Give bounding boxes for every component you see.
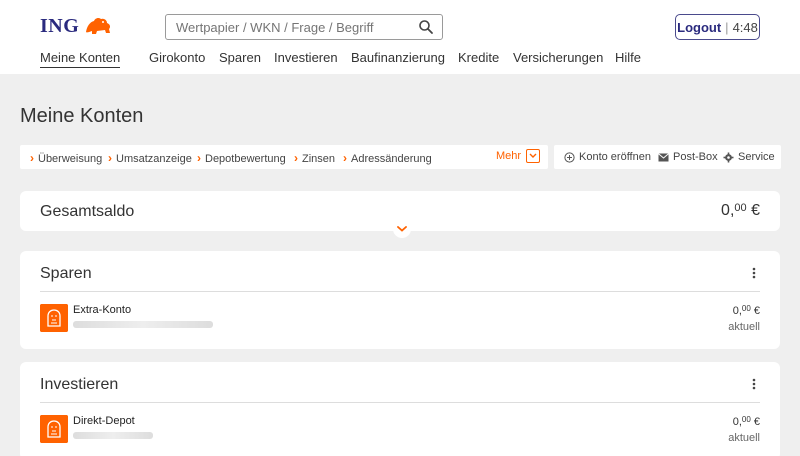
kebab-menu-icon[interactable]: [752, 378, 756, 390]
service-bar: Konto eröffnen Post-Box Service: [554, 145, 781, 169]
balance-status: aktuell: [728, 432, 760, 444]
main-nav: Meine Konten Girokonto Sparen Investiere…: [0, 50, 800, 70]
lion-account-icon: [40, 304, 68, 332]
logout-button[interactable]: Logout | 4:48: [675, 14, 760, 40]
chevron-right-icon: ›: [108, 151, 112, 165]
more-dropdown-button[interactable]: [526, 149, 540, 163]
chevron-right-icon: ›: [294, 151, 298, 165]
sparen-section-card: Sparen Extra-Konto 0,00 € aktuell: [20, 251, 780, 349]
chevron-right-icon: ›: [30, 151, 34, 165]
section-title: Sparen: [40, 265, 92, 282]
masked-iban: [73, 432, 153, 439]
masked-iban: [73, 321, 213, 328]
service-link[interactable]: Service: [723, 151, 775, 163]
logout-separator: |: [725, 19, 729, 35]
amount-int: 0,: [732, 305, 742, 317]
total-balance-label: Gesamtsaldo: [40, 203, 135, 220]
quick-links-bar: › Überweisung › Umsatzanzeige › Depotbewert…: [20, 145, 548, 169]
nav-item-kredite[interactable]: Kredite: [458, 50, 499, 65]
account-name[interactable]: Extra-Konto: [73, 304, 131, 316]
post-box-link[interactable]: Post-Box: [658, 151, 718, 163]
amount-int: 0,: [732, 416, 742, 428]
nav-item-sparen[interactable]: Sparen: [219, 50, 261, 65]
divider: [40, 291, 760, 292]
chevron-right-icon: ›: [343, 151, 347, 165]
section-title: Investieren: [40, 376, 119, 393]
nav-item-baufinanzierung[interactable]: Baufinanzierung: [351, 50, 445, 65]
open-account-link[interactable]: Konto eröffnen: [564, 151, 651, 163]
quick-link-depotbewertung[interactable]: › Depotbewertung: [197, 151, 286, 165]
header: ING Logout | 4:48 Meine Konten Girokonto…: [0, 0, 800, 74]
lion-account-icon: [40, 415, 68, 443]
divider: [40, 402, 760, 403]
lion-logo-icon: [86, 17, 111, 34]
quick-link-label: Depotbewertung: [205, 153, 286, 165]
plus-circle-icon: [564, 151, 575, 163]
open-account-label: Konto eröffnen: [579, 151, 651, 163]
session-timer: 4:48: [732, 19, 758, 35]
quick-link-zinsen[interactable]: › Zinsen: [294, 151, 335, 165]
nav-item-versicherungen[interactable]: Versicherungen: [513, 50, 603, 65]
ing-logo[interactable]: ING: [40, 14, 113, 38]
search-box[interactable]: [165, 14, 443, 40]
total-int: 0,: [721, 202, 735, 219]
mail-icon: [658, 152, 669, 161]
total-balance-value: 0,00 €: [721, 202, 760, 220]
quick-link-ueberweisung[interactable]: › Überweisung: [30, 151, 102, 165]
kebab-menu-icon[interactable]: [752, 267, 756, 279]
search-input[interactable]: [176, 19, 406, 35]
post-box-label: Post-Box: [673, 151, 718, 163]
quick-link-label: Überweisung: [38, 153, 103, 165]
nav-item-investieren[interactable]: Investieren: [274, 50, 338, 65]
account-balance: 0,00 €: [733, 304, 760, 317]
expand-total-button[interactable]: [393, 220, 411, 238]
total-balance-card: Gesamtsaldo 0,00 €: [20, 191, 780, 238]
quick-link-label: Zinsen: [302, 153, 336, 165]
amount-dec: 00: [741, 304, 751, 313]
account-name[interactable]: Direkt-Depot: [73, 415, 135, 427]
amount-dec: 00: [741, 415, 751, 424]
gear-icon: [723, 152, 734, 162]
nav-item-hilfe[interactable]: Hilfe: [615, 50, 641, 65]
service-label: Service: [738, 151, 775, 163]
amount-currency: €: [753, 305, 760, 317]
chevron-down-icon: [397, 226, 407, 232]
total-dec: 00: [734, 202, 747, 214]
quick-link-label: Adressänderung: [351, 153, 432, 165]
account-balance: 0,00 €: [733, 415, 760, 428]
quick-link-umsatzanzeige[interactable]: › Umsatzanzeige: [108, 151, 192, 165]
logout-label: Logout: [677, 19, 722, 35]
quick-link-label: Umsatzanzeige: [116, 153, 192, 165]
nav-item-girokonto[interactable]: Girokonto: [149, 50, 205, 65]
search-icon[interactable]: [418, 19, 434, 35]
quick-link-adressaenderung[interactable]: › Adressänderung: [343, 151, 432, 165]
amount-currency: €: [753, 416, 760, 428]
total-currency: €: [751, 202, 760, 219]
chevron-down-icon: [529, 153, 537, 158]
chevron-right-icon: ›: [197, 151, 201, 165]
more-link[interactable]: Mehr: [496, 150, 521, 162]
investieren-section-card: Investieren Direkt-Depot 0,00 € aktuell: [20, 362, 780, 456]
nav-item-meine-konten[interactable]: Meine Konten: [40, 50, 121, 68]
balance-status: aktuell: [728, 321, 760, 333]
page-title: Meine Konten: [20, 105, 144, 127]
logo-text: ING: [40, 14, 80, 37]
